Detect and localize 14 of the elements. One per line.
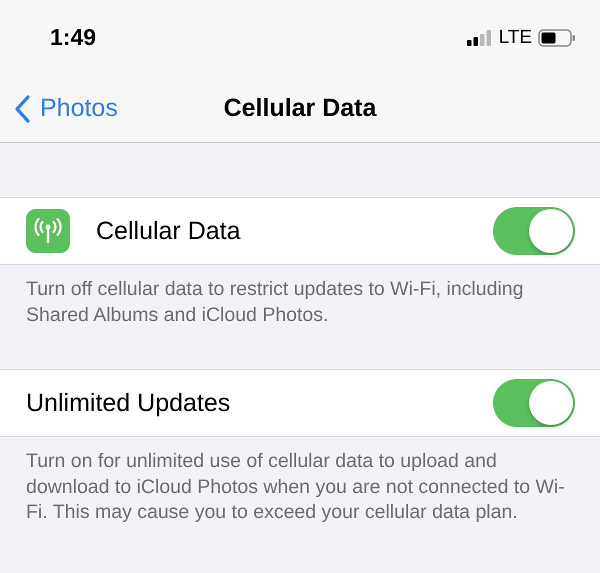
antenna-icon [26, 209, 70, 253]
signal-icon [466, 30, 493, 46]
row-label: Unlimited Updates [26, 388, 232, 418]
section-footer: Turn on for unlimited use of cellular data to upload and download to iCloud Photos when you are not connected to Wi-Fi. This may cause you to exceed your cellular data plan. [0, 437, 600, 541]
section-footer: Turn off cellular data to restrict updates to Wi-Fi, including Shared Albums and iCloud Photos. [0, 265, 600, 369]
network-label: LTE [498, 26, 532, 48]
status-time: 1:49 [50, 24, 96, 51]
page-title: Cellular Data [224, 94, 376, 122]
back-button[interactable]: Photos [14, 94, 118, 123]
row-label: Cellular Data [96, 216, 242, 246]
chevron-left-icon [14, 94, 30, 122]
toggle-switch[interactable] [493, 379, 575, 427]
toggle-switch[interactable] [493, 207, 575, 255]
battery-icon [538, 28, 576, 46]
